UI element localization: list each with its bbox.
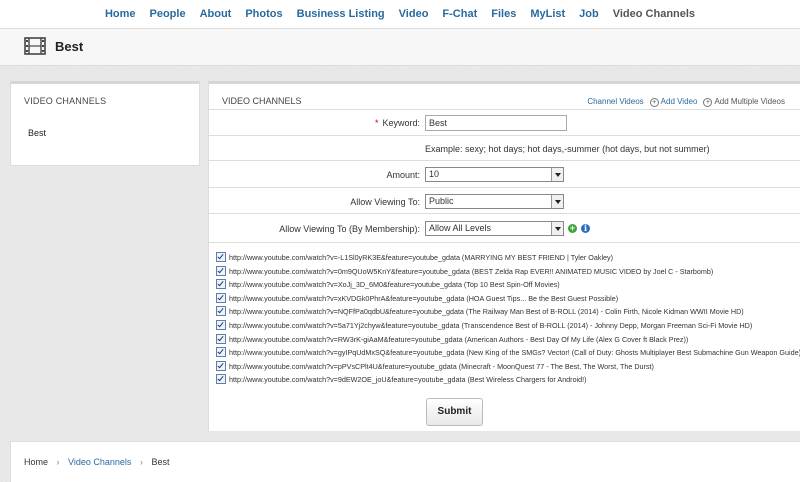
list-item: http://www.youtube.com/watch?v=RW3rK-giA… bbox=[216, 333, 800, 347]
required-marker: * bbox=[374, 118, 379, 128]
breadcrumb-separator: › bbox=[56, 457, 60, 467]
main-panel: VIDEO CHANNELS Channel Videos + Add Video… bbox=[208, 81, 800, 431]
video-checkbox[interactable] bbox=[216, 279, 226, 290]
nav-mylist[interactable]: MyList bbox=[523, 8, 572, 20]
amount-select[interactable]: 10 bbox=[425, 167, 564, 182]
video-entry: http://www.youtube.com/watch?v=RW3rK-giA… bbox=[229, 334, 689, 344]
example-row: Example: sexy; hot days; hot days,-summe… bbox=[209, 135, 800, 161]
list-item: http://www.youtube.com/watch?v=0m9QUoW5K… bbox=[216, 265, 800, 279]
add-multiple-videos-link[interactable]: + Add Multiple Videos bbox=[703, 97, 785, 107]
breadcrumb-video-channels[interactable]: Video Channels bbox=[68, 457, 131, 467]
video-checkbox[interactable] bbox=[216, 265, 226, 276]
submit-button[interactable]: Submit bbox=[426, 398, 483, 426]
video-checkbox[interactable] bbox=[216, 252, 226, 263]
breadcrumb-current: Best bbox=[151, 457, 170, 467]
allow-viewing-select[interactable]: Public bbox=[425, 194, 564, 209]
video-entry: http://www.youtube.com/watch?v=5a71Yj2ch… bbox=[229, 320, 753, 330]
list-item: http://www.youtube.com/watch?v=5a71Yj2ch… bbox=[216, 319, 800, 333]
add-circle-icon: + bbox=[703, 98, 713, 107]
video-entry: http://www.youtube.com/watch?v=NQFfPa0qd… bbox=[229, 307, 744, 317]
video-entry: http://www.youtube.com/watch?v=0m9QUoW5K… bbox=[229, 266, 714, 276]
sidebar-item-best[interactable]: Best bbox=[28, 128, 46, 138]
nav-business-listing[interactable]: Business Listing bbox=[290, 8, 392, 20]
video-checkbox[interactable] bbox=[216, 360, 226, 371]
video-entry: http://www.youtube.com/watch?v=XoJj_3D_6… bbox=[229, 280, 560, 290]
amount-row: Amount: 10 bbox=[209, 160, 800, 188]
nav-about[interactable]: About bbox=[193, 8, 239, 20]
video-entry: http://www.youtube.com/watch?v=pPVsCPlt4… bbox=[229, 361, 654, 371]
breadcrumb-separator: › bbox=[139, 457, 143, 467]
top-navigation: Home People About Photos Business Listin… bbox=[0, 0, 800, 29]
list-item: http://www.youtube.com/watch?v=9dEW2OE_j… bbox=[216, 373, 800, 387]
add-video-link[interactable]: + Add Video bbox=[649, 97, 698, 107]
membership-row: Allow Viewing To (By Membership): Allow … bbox=[209, 213, 800, 243]
info-icon[interactable]: i bbox=[581, 224, 590, 233]
keyword-row: * Keyword: Best bbox=[209, 109, 800, 136]
membership-select[interactable]: Allow All Levels bbox=[425, 221, 564, 236]
membership-label: Allow Viewing To (By Membership): bbox=[279, 224, 420, 234]
nav-f-chat[interactable]: F-Chat bbox=[435, 8, 484, 20]
film-icon bbox=[24, 37, 46, 55]
video-checkbox[interactable] bbox=[216, 347, 226, 358]
list-item: http://www.youtube.com/watch?v=XoJj_3D_6… bbox=[216, 278, 800, 292]
list-item: http://www.youtube.com/watch?v=-L1Sl0yRK… bbox=[216, 251, 800, 265]
nav-photos[interactable]: Photos bbox=[238, 8, 289, 20]
breadcrumb-home[interactable]: Home bbox=[24, 457, 48, 467]
main-header: VIDEO CHANNELS bbox=[222, 96, 302, 106]
footer: Home › Video Channels › Best bbox=[10, 441, 800, 482]
membership-value: Allow All Levels bbox=[429, 223, 492, 233]
video-entry: http://www.youtube.com/watch?v=gyIPqUdMx… bbox=[229, 348, 800, 358]
nav-files[interactable]: Files bbox=[484, 8, 523, 20]
video-entry: http://www.youtube.com/watch?v=-L1Sl0yRK… bbox=[229, 253, 614, 262]
video-list: http://www.youtube.com/watch?v=-L1Sl0yRK… bbox=[216, 251, 800, 387]
amount-label: Amount: bbox=[386, 170, 420, 180]
keyword-input[interactable]: Best bbox=[425, 115, 567, 131]
allow-viewing-row: Allow Viewing To: Public bbox=[209, 187, 800, 214]
divider bbox=[209, 242, 800, 243]
list-item: http://www.youtube.com/watch?v=xKVDGk0Ph… bbox=[216, 292, 800, 306]
allow-viewing-value: Public bbox=[429, 196, 454, 206]
video-checkbox[interactable] bbox=[216, 292, 226, 303]
add-video-label: Add Video bbox=[660, 97, 698, 106]
page-header: Best bbox=[0, 29, 800, 66]
video-entry: http://www.youtube.com/watch?v=9dEW2OE_j… bbox=[229, 375, 587, 385]
add-circle-icon: + bbox=[649, 98, 659, 107]
video-checkbox[interactable] bbox=[216, 333, 226, 344]
keyword-label: Keyword: bbox=[382, 118, 420, 128]
add-multiple-label: Add Multiple Videos bbox=[714, 97, 785, 106]
chevron-down-icon bbox=[551, 168, 563, 181]
list-item: http://www.youtube.com/watch?v=NQFfPa0qd… bbox=[216, 305, 800, 319]
panel-links: Channel Videos + Add Video + Add Multiple … bbox=[587, 97, 785, 107]
channel-videos-link[interactable]: Channel Videos bbox=[587, 97, 643, 107]
video-checkbox[interactable] bbox=[216, 374, 226, 385]
page-title: Best bbox=[55, 39, 84, 54]
video-entry: http://www.youtube.com/watch?v=xKVDGk0Ph… bbox=[229, 293, 619, 303]
chevron-down-icon bbox=[551, 222, 563, 235]
breadcrumb: Home › Video Channels › Best bbox=[24, 457, 175, 467]
sidebar-header: VIDEO CHANNELS bbox=[24, 96, 107, 106]
nav-video-channels[interactable]: Video Channels bbox=[606, 8, 702, 20]
video-checkbox[interactable] bbox=[216, 320, 226, 331]
sidebar: VIDEO CHANNELS Best bbox=[10, 81, 200, 166]
amount-value: 10 bbox=[429, 169, 440, 179]
add-level-icon[interactable]: + bbox=[568, 224, 577, 233]
nav-home[interactable]: Home bbox=[98, 8, 143, 20]
nav-job[interactable]: Job bbox=[572, 8, 606, 20]
list-item: http://www.youtube.com/watch?v=pPVsCPlt4… bbox=[216, 360, 800, 374]
keyword-example: Example: sexy; hot days; hot days,-summe… bbox=[425, 144, 710, 154]
chevron-down-icon bbox=[551, 195, 563, 208]
nav-video[interactable]: Video bbox=[392, 8, 436, 20]
nav-people[interactable]: People bbox=[143, 8, 193, 20]
allow-viewing-label: Allow Viewing To: bbox=[350, 197, 420, 207]
video-checkbox[interactable] bbox=[216, 306, 226, 317]
list-item: http://www.youtube.com/watch?v=gyIPqUdMx… bbox=[216, 346, 800, 360]
